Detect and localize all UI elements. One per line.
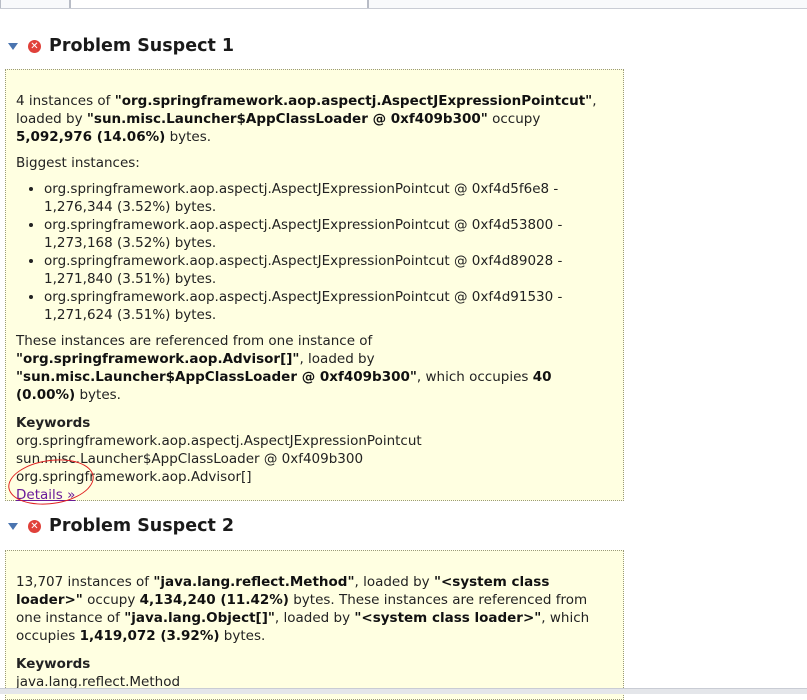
keywords-list: org.springframework.aop.aspectj.AspectJE… [16,432,613,486]
error-icon: ✕ [28,39,41,53]
list-item: org.springframework.aop.aspectj.AspectJE… [44,180,613,216]
keywords-title: Keywords [16,415,91,431]
keyword-item: org.springframework.aop.aspectj.AspectJE… [16,433,422,449]
keyword-item: org.springframework.aop.Advisor[] [16,469,252,485]
suspect2-title: Problem Suspect 2 [49,516,235,536]
suspect1-title: Problem Suspect 1 [49,36,235,56]
list-item: org.springframework.aop.aspectj.AspectJE… [44,252,613,288]
error-icon: ✕ [28,519,41,533]
tab-leak-suspects[interactable] [70,0,368,8]
bottom-strip [0,688,807,694]
biggest-instances-label: Biggest instances: [16,155,140,171]
suspect2-panel: 13,707 instances of "java.lang.reflect.M… [5,550,624,700]
suspect2-summary: 13,707 instances of "java.lang.reflect.M… [16,574,590,644]
details-link[interactable]: Details » [16,487,75,503]
keywords-title: Keywords [16,656,91,672]
suspect1-summary: 4 instances of "org.springframework.aop.… [16,93,597,145]
suspect2-header[interactable]: ✕ Problem Suspect 2 [8,516,234,536]
biggest-instances-list: org.springframework.aop.aspectj.AspectJE… [16,180,613,324]
tab-overview[interactable] [0,0,70,8]
list-item: org.springframework.aop.aspectj.AspectJE… [44,216,613,252]
tab-other[interactable] [368,0,807,8]
suspect1-header[interactable]: ✕ Problem Suspect 1 [8,36,234,56]
keyword-item: sun.misc.Launcher$AppClassLoader @ 0xf40… [16,451,364,467]
suspect1-panel: 4 instances of "org.springframework.aop.… [5,69,624,503]
list-item: org.springframework.aop.aspectj.AspectJE… [44,288,613,324]
suspect1-reference: These instances are referenced from one … [16,333,552,403]
triangle-down-icon[interactable] [8,42,18,50]
tab-strip [0,0,807,9]
triangle-down-icon[interactable] [8,522,18,530]
